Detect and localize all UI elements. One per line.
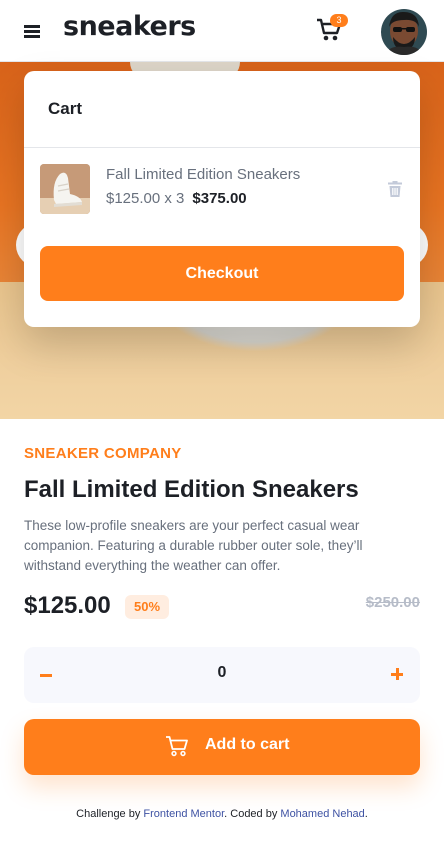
product-description: These low-profile sneakers are your perf…	[24, 518, 363, 573]
hamburger-menu-icon[interactable]	[24, 25, 40, 38]
cart-panel: Cart Fall Limited Edition Sneakers $125.…	[24, 71, 420, 327]
checkout-button[interactable]: Checkout	[40, 246, 404, 301]
quantity-stepper: 0	[24, 647, 420, 703]
site-header: sneakers 3	[0, 0, 444, 62]
company-name: SNEAKER COMPANY	[24, 445, 182, 462]
attribution-middle: . Coded by	[224, 808, 281, 820]
cart-icon	[165, 735, 189, 757]
product-price: $125.00	[24, 592, 111, 619]
cart-item-thumbnail	[40, 164, 90, 214]
cart-item-unit-qty: $125.00 x 3	[106, 190, 185, 207]
quantity-value: 0	[217, 664, 227, 681]
cart-title: Cart	[48, 99, 83, 118]
logo[interactable]: sneakers	[63, 11, 196, 42]
attribution-suffix: .	[364, 808, 368, 820]
attribution-prefix: Challenge by	[76, 808, 144, 820]
product-title: Fall Limited Edition Sneakers	[24, 476, 359, 503]
author-link[interactable]: Mohamed Nehad	[280, 808, 364, 820]
add-to-cart-button[interactable]: Add to cart	[24, 719, 420, 775]
cart-item-total: $375.00	[192, 190, 247, 207]
minus-icon[interactable]	[38, 665, 54, 685]
divider	[24, 147, 420, 148]
plus-icon[interactable]	[390, 667, 406, 683]
add-to-cart-label: Add to cart	[205, 736, 290, 753]
original-price: $250.00	[365, 594, 420, 611]
discount-badge: 50%	[125, 595, 169, 619]
cart-item-name: Fall Limited Edition Sneakers	[106, 166, 301, 183]
trash-icon[interactable]	[388, 181, 402, 197]
avatar[interactable]	[381, 9, 427, 55]
cart-item-price: $125.00 x 3 $375.00	[106, 190, 247, 207]
frontend-mentor-link[interactable]: Frontend Mentor	[143, 808, 224, 820]
attribution: Challenge by Frontend Mentor. Coded by M…	[0, 808, 444, 820]
cart-count-badge: 3	[330, 14, 348, 27]
